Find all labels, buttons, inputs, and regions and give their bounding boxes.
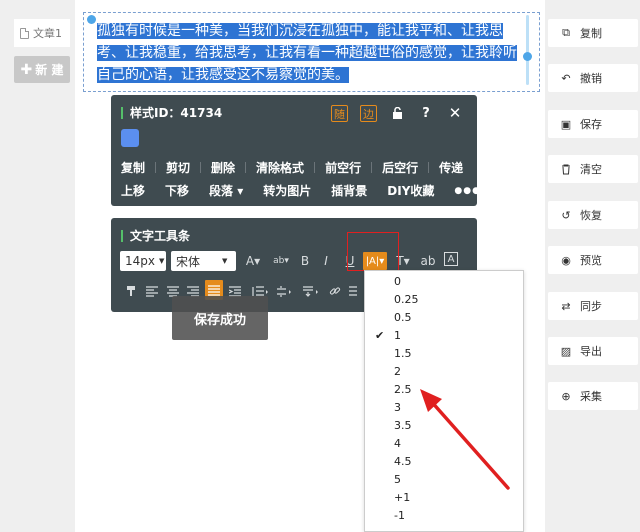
highlight-color-button[interactable]: ab▾ — [268, 252, 294, 270]
search-plus-icon: ⊕ — [561, 389, 571, 403]
text-toolbar-title: 文字工具条 — [121, 230, 190, 242]
save-button[interactable]: ▣ 保存 — [548, 110, 638, 138]
export-button-label: 导出 — [580, 345, 602, 358]
dropdown-option[interactable]: 0.5 — [365, 308, 523, 326]
action-row-1: 复制 剪切 删除 清除格式 前空行 后空行 传递 — [111, 159, 477, 176]
paragraph-spacing-icon[interactable] — [274, 282, 294, 300]
new-document-label: 新 建 — [35, 63, 64, 77]
copy-action[interactable]: 复制 — [111, 159, 155, 176]
preview-button[interactable]: ◉ 预览 — [548, 246, 638, 274]
restore-button-label: 恢复 — [580, 209, 602, 222]
convert-to-image-action[interactable]: 转为图片 — [253, 182, 321, 199]
document-tab-label: 文章1 — [33, 27, 62, 40]
text-line: 自己的心语，让我感受这不易察觉的美。 — [97, 67, 349, 83]
close-panel-button[interactable]: ✕ — [446, 104, 464, 122]
move-down-action[interactable]: 下移 — [155, 182, 199, 199]
dropdown-option[interactable]: -1 — [365, 506, 523, 524]
restore-button[interactable]: ↺ 恢复 — [548, 201, 638, 229]
list-icon[interactable] — [348, 282, 358, 300]
dropdown-option-selected[interactable]: ✔ 1 — [365, 326, 523, 344]
selected-paragraph[interactable]: 孤独有时候是一种美，当我们沉浸在孤独中，能让我平和、让我思 考、让我稳重，给我思… — [97, 20, 517, 86]
dropdown-option[interactable]: 0 — [365, 272, 523, 290]
document-icon — [20, 27, 29, 39]
clear-button[interactable]: 清空 — [548, 155, 638, 183]
more-options-button[interactable]: ●●● — [444, 186, 491, 196]
undo-button[interactable]: ↶ 撤销 — [548, 64, 638, 92]
collect-button-label: 采集 — [580, 390, 602, 403]
eye-icon: ◉ — [561, 253, 571, 267]
annotation-highlight-frame — [347, 232, 399, 271]
color-swatch[interactable] — [121, 129, 139, 147]
new-document-button[interactable]: ✚ 新 建 — [14, 56, 70, 83]
follow-toggle-button[interactable]: 随 — [331, 105, 348, 122]
save-success-toast: 保存成功 — [172, 296, 268, 340]
font-size-value: 14px — [125, 254, 155, 268]
clear-format-action[interactable]: 清除格式 — [246, 159, 314, 176]
copy-button-label: 复制 — [580, 27, 602, 40]
clear-button-label: 清空 — [580, 163, 602, 176]
paragraph-dropdown[interactable]: 段落 ▾ — [199, 182, 253, 199]
link-icon[interactable] — [328, 282, 342, 300]
action-row-2: 上移 下移 段落 ▾ 转为图片 插背景 DIY收藏 ●●● — [111, 182, 480, 199]
align-left-icon[interactable] — [145, 282, 159, 300]
subscript-button[interactable]: ab — [419, 252, 437, 270]
insert-background-action[interactable]: 插背景 — [321, 182, 377, 199]
annotation-arrow-icon — [420, 389, 510, 490]
text-line: 孤独有时候是一种美，当我们沉浸在孤独中，能让我平和、让我思 — [97, 23, 503, 39]
style-id-title: 样式ID：41734 — [121, 107, 222, 119]
dropdown-option[interactable]: 0.25 — [365, 290, 523, 308]
collect-button[interactable]: ⊕ 采集 — [548, 382, 638, 410]
pass-action[interactable]: 传递 — [429, 159, 473, 176]
lock-icon[interactable] — [388, 104, 406, 122]
delete-action[interactable]: 删除 — [201, 159, 245, 176]
blank-line-after-action[interactable]: 后空行 — [372, 159, 428, 176]
export-image-icon: ▨ — [560, 344, 572, 358]
font-family-value: 宋体 — [176, 254, 201, 269]
blank-line-before-action[interactable]: 前空行 — [315, 159, 371, 176]
sync-button[interactable]: ⇄ 同步 — [548, 292, 638, 320]
dropdown-option[interactable]: 2 — [365, 362, 523, 380]
cut-action[interactable]: 剪切 — [156, 159, 200, 176]
save-button-label: 保存 — [580, 118, 602, 131]
sync-button-label: 同步 — [580, 300, 602, 313]
export-button[interactable]: ▨ 导出 — [548, 337, 638, 365]
font-color-button[interactable]: A▾ — [242, 252, 264, 270]
boxed-text-button[interactable]: A — [444, 252, 458, 266]
selection-end-handle[interactable] — [523, 52, 532, 61]
resize-handle-bar[interactable] — [526, 15, 529, 85]
caret-down-icon: ▼ — [222, 257, 228, 265]
undo-icon: ↶ — [561, 71, 571, 85]
font-family-select[interactable]: 宋体 ▼ — [171, 251, 236, 271]
copy-icon: ⧉ — [562, 26, 570, 39]
trash-icon — [560, 163, 572, 175]
caret-down-icon: ▼ — [159, 257, 165, 265]
move-up-action[interactable]: 上移 — [111, 182, 155, 199]
dropdown-option[interactable]: 1.5 — [365, 344, 523, 362]
copy-button[interactable]: ⧉ 复制 — [548, 19, 638, 47]
selection-start-handle[interactable] — [87, 15, 96, 24]
text-line: 考、让我稳重，给我思考，让我有看一种超越世俗的感觉，让我聆听 — [97, 45, 517, 61]
bold-button[interactable]: B — [298, 252, 312, 270]
italic-button[interactable]: I — [319, 252, 333, 270]
check-icon: ✔ — [375, 328, 385, 342]
diy-favorite-action[interactable]: DIY收藏 — [377, 182, 444, 199]
spacing-below-icon[interactable] — [301, 282, 321, 300]
style-panel: 样式ID：41734 随 边 ? ✕ 复制 剪切 删除 清除格式 前空行 后空行… — [111, 95, 480, 206]
dropdown-option-label: 1 — [394, 328, 401, 342]
font-size-select[interactable]: 14px ▼ — [120, 251, 166, 271]
format-painter-icon[interactable] — [124, 282, 138, 300]
help-button[interactable]: ? — [417, 104, 435, 122]
save-icon: ▣ — [560, 117, 572, 131]
restore-icon: ↺ — [561, 208, 571, 222]
plus-icon: ✚ — [20, 61, 33, 78]
preview-button-label: 预览 — [580, 254, 602, 267]
sync-icon: ⇄ — [561, 299, 571, 313]
document-tab[interactable]: 文章1 — [14, 19, 70, 47]
undo-button-label: 撤销 — [580, 72, 602, 85]
border-toggle-button[interactable]: 边 — [360, 105, 377, 122]
